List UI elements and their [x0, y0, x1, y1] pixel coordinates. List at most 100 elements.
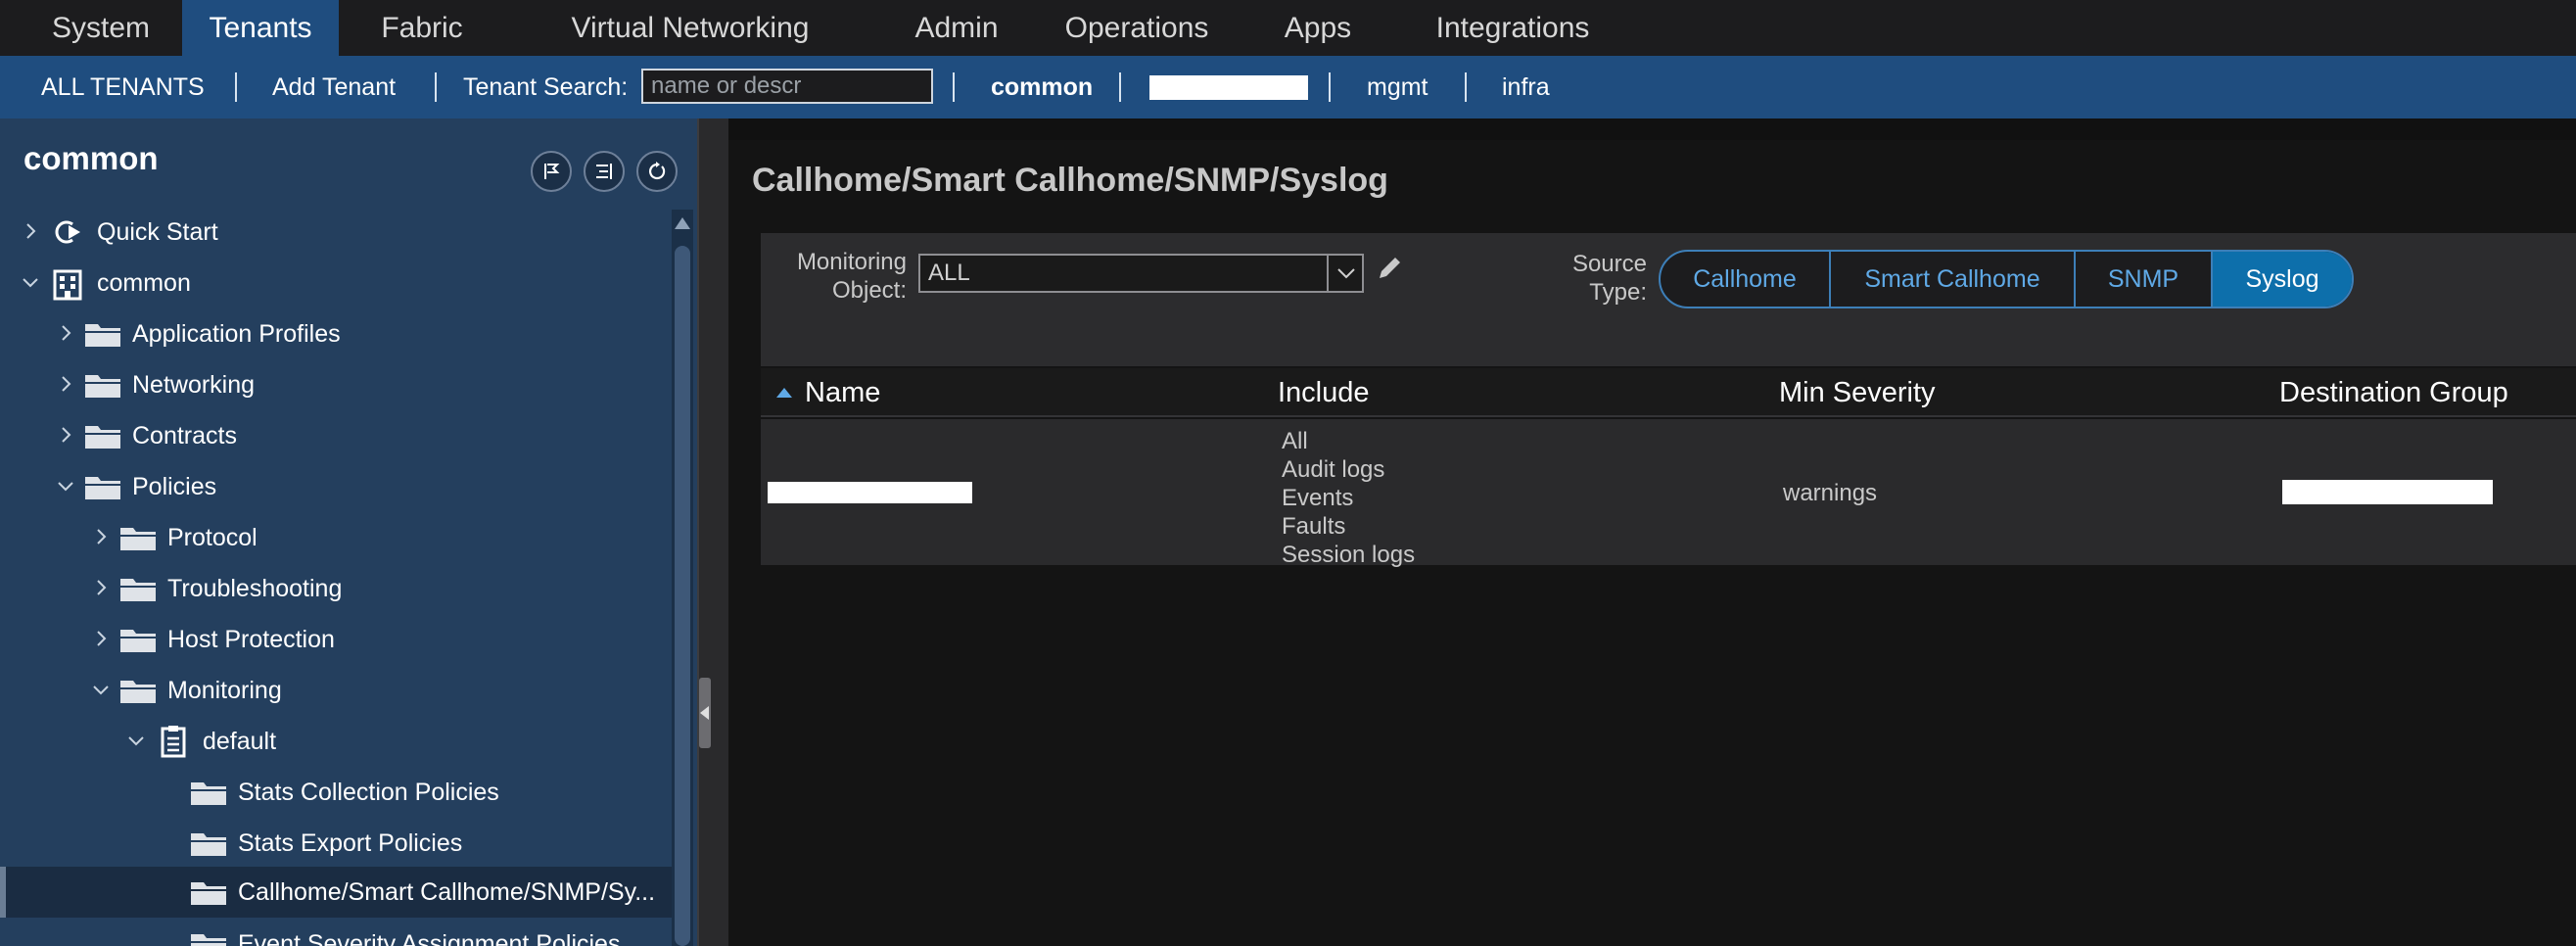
tree-item-stats-export-policies[interactable]: Stats Export Policies	[0, 818, 672, 869]
tree-item-label: Troubleshooting	[167, 575, 343, 602]
folder-icon	[191, 833, 226, 856]
redacted-destination-group-cell	[2282, 480, 2493, 504]
monitoring-object-label-line1: Monitoring	[796, 249, 907, 275]
tab-admin[interactable]: Admin	[887, 0, 1026, 56]
chevron-right-icon[interactable]	[92, 579, 110, 596]
folder-icon	[85, 426, 120, 449]
tree-item-callhome-syslog[interactable]: Callhome/Smart Callhome/SNMP/Sy...	[0, 867, 672, 918]
source-type-smart-callhome-button[interactable]: Smart Callhome	[1831, 252, 2076, 307]
collapse-arrow-icon[interactable]	[700, 706, 709, 720]
refresh-button[interactable]	[636, 151, 678, 192]
tab-apps[interactable]: Apps	[1263, 0, 1373, 56]
tree-item-networking[interactable]: Networking	[0, 359, 672, 410]
column-header-include[interactable]: Include	[1278, 368, 1370, 417]
folder-icon	[120, 681, 156, 703]
all-tenants-link[interactable]: ALL TENANTS	[41, 56, 205, 118]
tenant-link-common[interactable]: common	[991, 56, 1093, 118]
separator	[1465, 72, 1467, 102]
chevron-down-icon[interactable]	[57, 477, 74, 495]
column-header-min-severity[interactable]: Min Severity	[1779, 368, 1936, 417]
scroll-up-arrow-icon[interactable]	[675, 217, 690, 229]
tree-item-label: Quick Start	[97, 218, 218, 246]
chevron-right-icon[interactable]	[57, 324, 74, 342]
redacted-tenant-link[interactable]	[1149, 75, 1308, 100]
tree-item-common[interactable]: common	[0, 258, 672, 308]
column-header-name[interactable]: Name	[805, 368, 880, 417]
chevron-down-icon[interactable]	[127, 732, 145, 749]
tree-item-label: Protocol	[167, 524, 258, 551]
edit-pencil-icon[interactable]	[1377, 256, 1402, 281]
monitoring-object-select[interactable]: ALL	[918, 254, 1364, 293]
include-item: Faults	[1282, 513, 1346, 540]
chevron-right-icon[interactable]	[92, 528, 110, 545]
tree-item-stats-collection-policies[interactable]: Stats Collection Policies	[0, 767, 672, 818]
separator	[235, 72, 237, 102]
redacted-name-cell	[768, 482, 972, 503]
monitoring-object-label-line2: Object:	[831, 277, 907, 304]
include-item: Session logs	[1282, 542, 1416, 568]
chevron-right-icon[interactable]	[22, 222, 39, 240]
tab-virtual-networking[interactable]: Virtual Networking	[539, 0, 842, 56]
source-type-callhome-button[interactable]: Callhome	[1661, 252, 1831, 307]
top-menu-bar: System Tenants Fabric Virtual Networking…	[0, 0, 2576, 56]
column-header-destination-group[interactable]: Destination Group	[2279, 368, 2508, 417]
folder-icon	[85, 477, 120, 499]
panel-divider[interactable]	[697, 118, 728, 946]
tree-item-monitoring[interactable]: Monitoring	[0, 665, 672, 716]
tree-item-label: Contracts	[132, 422, 237, 449]
chevron-down-icon	[1337, 268, 1355, 279]
folder-icon	[85, 324, 120, 347]
tree-item-label: Application Profiles	[132, 320, 341, 348]
table-header: Name Include Min Severity Destination Gr…	[761, 368, 2576, 417]
table-row[interactable]: All Audit logs Events Faults Session log…	[761, 419, 2576, 568]
folder-icon	[120, 630, 156, 652]
tab-operations[interactable]: Operations	[1048, 0, 1226, 56]
tree-item-event-severity-assignment-policies[interactable]: Event Severity Assignment Policies	[0, 919, 672, 946]
tab-tenants[interactable]: Tenants	[182, 0, 339, 56]
tenant-link-infra[interactable]: infra	[1502, 56, 1550, 118]
tree-item-label: default	[203, 728, 277, 755]
tree-item-policies[interactable]: Policies	[0, 461, 672, 512]
chevron-right-icon[interactable]	[57, 375, 74, 393]
add-tenant-link[interactable]: Add Tenant	[272, 56, 396, 118]
sort-ascending-icon[interactable]	[776, 388, 792, 398]
source-type-syslog-button[interactable]: Syslog	[2213, 252, 2352, 307]
include-cell: All Audit logs Events Faults Session log…	[1282, 427, 1415, 569]
tab-integrations[interactable]: Integrations	[1410, 0, 1616, 56]
tree-item-label: Host Protection	[167, 626, 335, 653]
expand-tree-button[interactable]	[584, 151, 625, 192]
collapse-tree-button[interactable]	[531, 151, 572, 192]
source-type-snmp-button[interactable]: SNMP	[2076, 252, 2213, 307]
tree-item-protocol[interactable]: Protocol	[0, 512, 672, 563]
tree-item-quick-start[interactable]: Quick Start	[0, 207, 672, 258]
dropdown-button[interactable]	[1327, 256, 1362, 291]
tree-item-contracts[interactable]: Contracts	[0, 410, 672, 461]
tree-item-application-profiles[interactable]: Application Profiles	[0, 308, 672, 359]
chevron-down-icon[interactable]	[92, 681, 110, 698]
tab-system[interactable]: System	[20, 0, 182, 56]
tree-item-host-protection[interactable]: Host Protection	[0, 614, 672, 665]
tree-item-troubleshooting[interactable]: Troubleshooting	[0, 563, 672, 614]
tenant-search-input[interactable]	[641, 69, 933, 104]
include-item: All	[1282, 428, 1308, 454]
tree-scrollbar-thumb[interactable]	[675, 246, 690, 946]
include-item: Events	[1282, 485, 1354, 511]
chevron-down-icon[interactable]	[22, 273, 39, 291]
tree-item-default[interactable]: default	[0, 716, 672, 767]
tree-item-label: Stats Collection Policies	[238, 779, 499, 806]
tab-fabric[interactable]: Fabric	[349, 0, 495, 56]
folder-icon	[120, 528, 156, 550]
chevron-right-icon[interactable]	[57, 426, 74, 444]
page-title: Callhome/Smart Callhome/SNMP/Syslog	[752, 162, 1388, 199]
policy-document-icon	[161, 726, 186, 758]
tree-item-label: Policies	[132, 473, 217, 500]
tenant-link-mgmt[interactable]: mgmt	[1367, 56, 1429, 118]
chevron-right-icon[interactable]	[92, 630, 110, 647]
tree-item-label: Monitoring	[167, 677, 282, 704]
list-expand-icon	[596, 164, 612, 179]
main-content: Callhome/Smart Callhome/SNMP/Syslog Moni…	[728, 140, 2576, 946]
monitoring-object-label: Monitoring Object:	[774, 248, 907, 305]
panel-title: common	[23, 140, 159, 176]
folder-icon	[191, 782, 226, 805]
tenant-bar: ALL TENANTS Add Tenant Tenant Search: co…	[0, 56, 2576, 118]
